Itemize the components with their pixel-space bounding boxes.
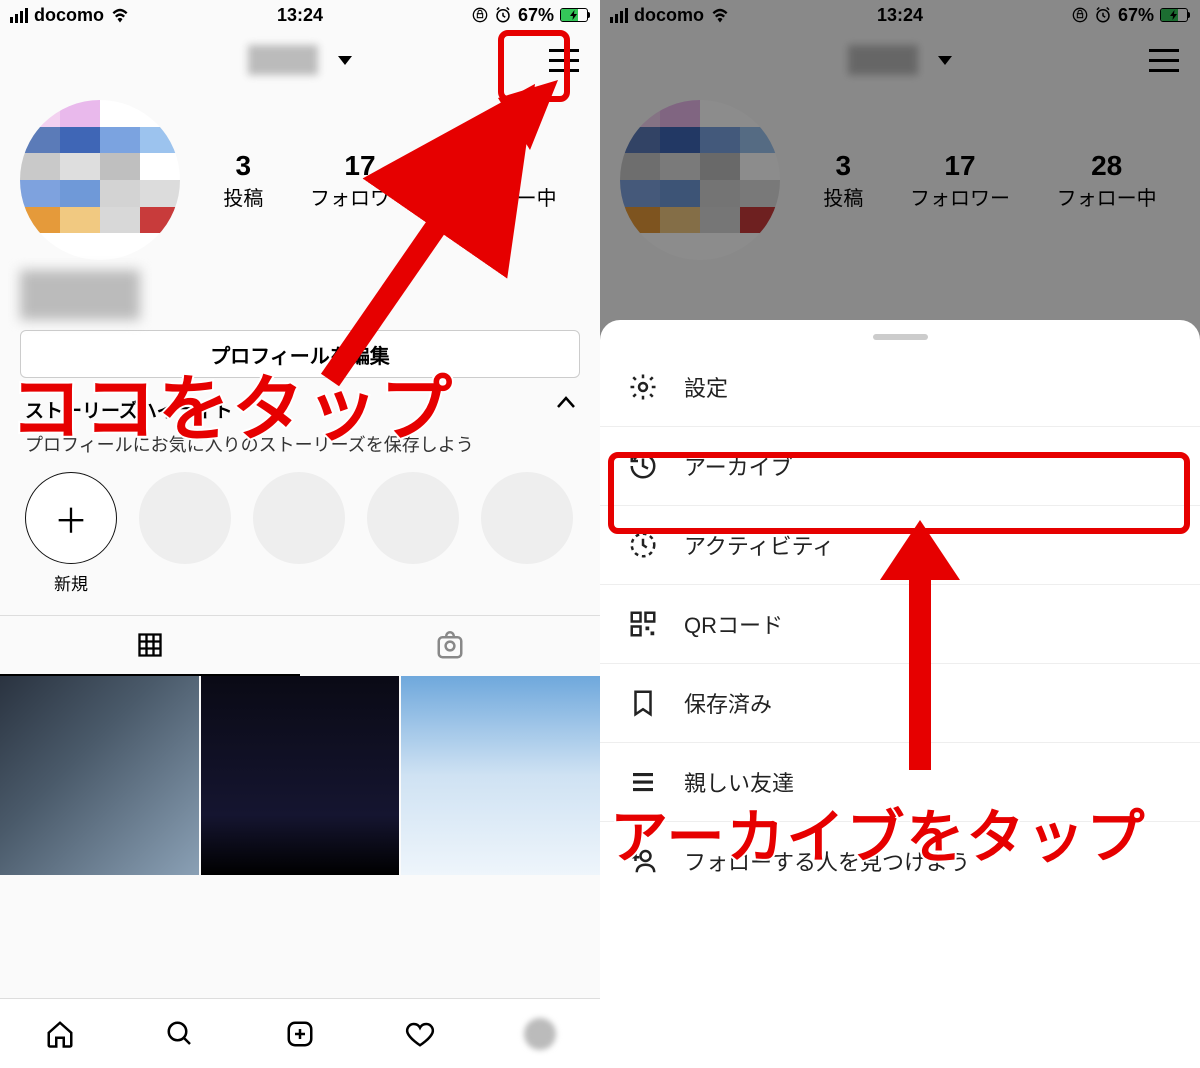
highlight-placeholder <box>139 472 231 595</box>
callout-text-left: ココをタップ <box>10 350 454 455</box>
bottom-nav <box>0 998 600 1068</box>
avatar[interactable] <box>20 100 180 260</box>
post-thumbnail[interactable] <box>201 676 400 875</box>
post-thumbnail[interactable] <box>401 676 600 875</box>
highlight-add-label: 新規 <box>25 570 117 595</box>
nav-profile[interactable] <box>524 1018 556 1050</box>
highlight-add[interactable]: ＋ 新規 <box>25 472 117 595</box>
battery-icon <box>560 8 590 22</box>
profile-tabs <box>0 615 600 676</box>
bookmark-icon <box>626 686 660 720</box>
status-bar: docomo 13:24 67% <box>0 0 600 30</box>
menu-item-label: 保存済み <box>684 687 772 719</box>
tagged-icon <box>435 631 465 661</box>
orientation-lock-icon <box>472 7 488 23</box>
gear-icon <box>626 370 660 404</box>
stat-posts-label: 投稿 <box>223 182 263 211</box>
highlight-placeholder <box>481 472 573 595</box>
chevron-down-icon <box>338 56 352 65</box>
tab-grid[interactable] <box>0 616 300 676</box>
carrier-label: docomo <box>34 5 104 26</box>
stat-posts-count: 3 <box>223 150 263 182</box>
post-thumbnail[interactable] <box>0 676 199 875</box>
phone-right: docomo 13:24 67% <box>600 0 1200 1068</box>
callout-text-right: アーカイブをタップ <box>610 790 1147 874</box>
nav-add[interactable] <box>284 1018 316 1050</box>
grid-icon <box>136 631 164 659</box>
nav-home[interactable] <box>44 1018 76 1050</box>
highlight-placeholder <box>253 472 345 595</box>
tab-tagged[interactable] <box>300 616 600 676</box>
menu-item-label: 設定 <box>684 371 728 403</box>
nav-search[interactable] <box>164 1018 196 1050</box>
nav-activity[interactable] <box>404 1018 436 1050</box>
menu-item-label: QRコード <box>684 608 783 640</box>
post-grid <box>0 676 600 875</box>
plus-icon: ＋ <box>25 472 117 564</box>
qr-icon <box>626 607 660 641</box>
username-blurred <box>248 45 318 75</box>
callout-arrow-right <box>860 520 980 790</box>
bio-blurred <box>20 270 140 320</box>
wifi-icon <box>110 7 130 23</box>
signal-icon <box>10 8 28 23</box>
sheet-handle[interactable] <box>873 334 928 340</box>
battery-pct-label: 67% <box>518 5 554 26</box>
highlight-placeholder <box>367 472 459 595</box>
phone-left: docomo 13:24 67% <box>0 0 600 1068</box>
alarm-icon <box>494 6 512 24</box>
highlights-row: ＋ 新規 <box>0 467 600 615</box>
menu-item-settings[interactable]: 設定 <box>600 348 1200 427</box>
avatar-icon <box>524 1018 556 1050</box>
username-switcher[interactable] <box>248 45 352 75</box>
avatar-mosaic <box>20 100 180 260</box>
stat-posts[interactable]: 3 投稿 <box>223 150 263 211</box>
